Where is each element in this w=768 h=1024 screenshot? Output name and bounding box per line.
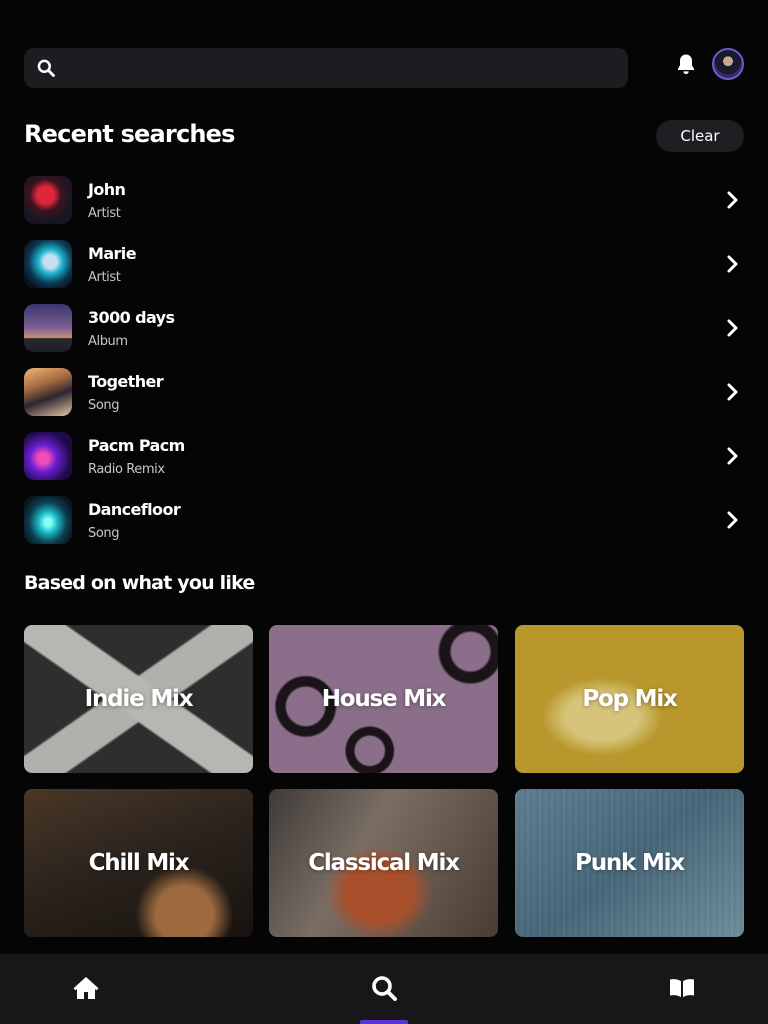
chevron-right-icon[interactable]: [724, 510, 742, 530]
remix-thumbnail: [24, 432, 72, 480]
mix-label: Classical Mix: [308, 850, 460, 876]
artist-thumbnail: [24, 240, 72, 288]
list-item[interactable]: 3000 days Album: [24, 304, 744, 368]
clear-button[interactable]: Clear: [656, 120, 744, 152]
mix-label: Indie Mix: [84, 686, 194, 712]
mix-card-house[interactable]: House Mix: [269, 625, 498, 773]
mix-card-indie[interactable]: Indie Mix: [24, 625, 253, 773]
search-icon: [37, 59, 55, 77]
item-title: John: [88, 180, 126, 199]
list-item[interactable]: Together Song: [24, 368, 744, 432]
item-title: Pacm Pacm: [88, 436, 185, 455]
active-tab-indicator: [360, 1020, 408, 1024]
chevron-right-icon[interactable]: [724, 190, 742, 210]
recent-searches-title: Recent searches: [24, 120, 235, 148]
list-item[interactable]: Pacm Pacm Radio Remix: [24, 432, 744, 496]
mix-card-chill[interactable]: Chill Mix: [24, 789, 253, 937]
chevron-right-icon[interactable]: [724, 318, 742, 338]
chevron-right-icon[interactable]: [724, 382, 742, 402]
home-icon: [73, 977, 99, 999]
chevron-right-icon[interactable]: [724, 254, 742, 274]
item-subtitle: Song: [88, 398, 120, 413]
library-book-icon: [670, 979, 694, 998]
item-title: Marie: [88, 244, 137, 263]
recent-searches-list: John Artist Marie Artist 3000 days Album…: [24, 176, 744, 560]
bottom-navigation: [0, 954, 768, 1024]
user-avatar[interactable]: [712, 48, 744, 80]
item-subtitle: Artist: [88, 206, 121, 221]
chevron-right-icon[interactable]: [724, 446, 742, 466]
item-subtitle: Artist: [88, 270, 121, 285]
song-thumbnail: [24, 368, 72, 416]
item-subtitle: Album: [88, 334, 128, 349]
nav-library-button[interactable]: [658, 954, 706, 1024]
album-thumbnail: [24, 304, 72, 352]
item-subtitle: Radio Remix: [88, 462, 165, 477]
item-subtitle: Song: [88, 526, 120, 541]
artist-thumbnail: [24, 176, 72, 224]
search-input[interactable]: [56, 48, 628, 88]
item-title: Dancefloor: [88, 500, 181, 519]
mix-label: House Mix: [321, 686, 447, 712]
mix-label: Pop Mix: [582, 686, 678, 712]
nav-search-button[interactable]: [360, 954, 408, 1024]
mix-card-pop[interactable]: Pop Mix: [515, 625, 744, 773]
list-item[interactable]: Dancefloor Song: [24, 496, 744, 560]
item-title: 3000 days: [88, 308, 175, 327]
mix-card-classical[interactable]: Classical Mix: [269, 789, 498, 937]
mix-card-punk[interactable]: Punk Mix: [515, 789, 744, 937]
song-thumbnail: [24, 496, 72, 544]
notification-bell-icon[interactable]: [674, 52, 698, 76]
search-bar[interactable]: [24, 48, 628, 88]
nav-home-button[interactable]: [62, 954, 110, 1024]
list-item[interactable]: John Artist: [24, 176, 744, 240]
mix-label: Chill Mix: [88, 850, 190, 876]
list-item[interactable]: Marie Artist: [24, 240, 744, 304]
mix-label: Punk Mix: [575, 850, 685, 876]
search-icon: [372, 976, 397, 1001]
based-on-likes-title: Based on what you like: [24, 572, 255, 594]
item-title: Together: [88, 372, 164, 391]
